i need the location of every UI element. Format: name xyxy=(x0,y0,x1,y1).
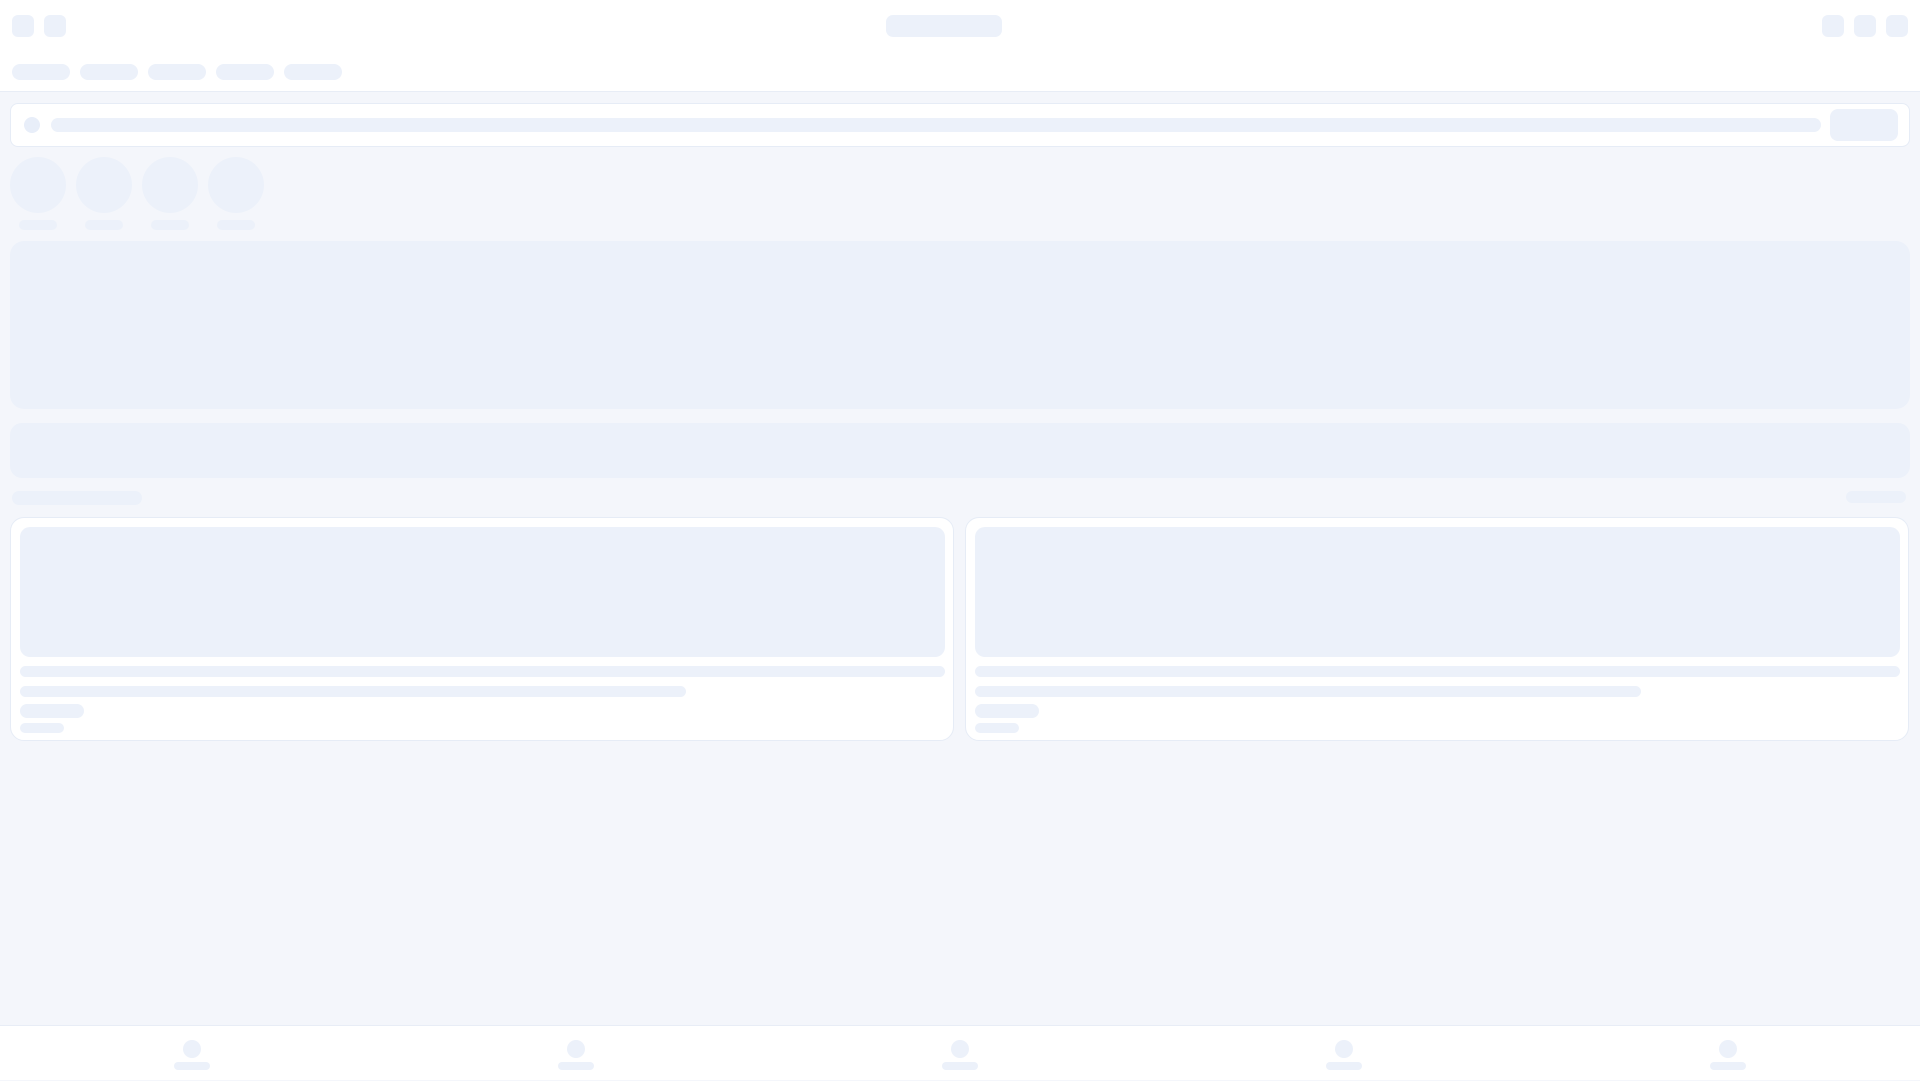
nav-label xyxy=(942,1062,978,1070)
tab-4[interactable] xyxy=(216,64,274,80)
bottom-nav xyxy=(0,1025,1920,1080)
story-label xyxy=(85,220,123,230)
nav-label xyxy=(558,1062,594,1070)
search-button[interactable] xyxy=(1830,109,1898,141)
card-image xyxy=(975,527,1900,657)
avatar xyxy=(10,157,66,213)
content-card[interactable] xyxy=(965,517,1909,741)
see-all-link[interactable] xyxy=(1846,491,1906,503)
tab-3[interactable] xyxy=(148,64,206,80)
tab-1[interactable] xyxy=(12,64,70,80)
nav-item-add[interactable] xyxy=(929,1026,989,1081)
story-item[interactable] xyxy=(76,157,132,231)
avatar xyxy=(142,157,198,213)
explore-icon xyxy=(567,1040,585,1058)
nav-label xyxy=(1326,1062,1362,1070)
card-meta xyxy=(975,723,1019,733)
card-tag xyxy=(20,704,84,718)
search-icon[interactable] xyxy=(1822,15,1844,37)
promo-strip[interactable] xyxy=(10,423,1910,478)
page-title xyxy=(886,15,1002,37)
story-label xyxy=(217,220,255,230)
search-input[interactable] xyxy=(51,118,1821,132)
card-image xyxy=(20,527,945,657)
bell-icon[interactable] xyxy=(1854,15,1876,37)
search-bar xyxy=(10,103,1910,147)
tab-2[interactable] xyxy=(80,64,138,80)
search-field-icon xyxy=(24,117,40,133)
card-meta xyxy=(20,723,64,733)
avatar xyxy=(208,157,264,213)
story-item[interactable] xyxy=(10,157,66,231)
profile-icon[interactable] xyxy=(1886,15,1908,37)
story-item[interactable] xyxy=(142,157,198,231)
nav-item-account[interactable] xyxy=(1697,1026,1757,1081)
home-icon xyxy=(183,1040,201,1058)
nav-item-explore[interactable] xyxy=(545,1026,605,1081)
hero-banner[interactable] xyxy=(10,241,1910,409)
menu-icon[interactable] xyxy=(12,15,34,37)
account-icon xyxy=(1719,1040,1737,1058)
nav-item-home[interactable] xyxy=(161,1026,221,1081)
messages-icon xyxy=(1335,1040,1353,1058)
add-icon xyxy=(951,1040,969,1058)
section-title xyxy=(12,491,142,505)
back-icon[interactable] xyxy=(44,15,66,37)
card-subtitle xyxy=(975,686,1641,697)
avatar xyxy=(76,157,132,213)
nav-item-messages[interactable] xyxy=(1313,1026,1373,1081)
card-tag xyxy=(975,704,1039,718)
tab-5[interactable] xyxy=(284,64,342,80)
story-item[interactable] xyxy=(208,157,264,231)
nav-label xyxy=(1710,1062,1746,1070)
story-label xyxy=(19,220,57,230)
card-subtitle xyxy=(20,686,686,697)
content-card[interactable] xyxy=(10,517,954,741)
card-title xyxy=(975,666,1900,677)
top-header xyxy=(0,0,1920,92)
nav-label xyxy=(174,1062,210,1070)
card-title xyxy=(20,666,945,677)
story-label xyxy=(151,220,189,230)
